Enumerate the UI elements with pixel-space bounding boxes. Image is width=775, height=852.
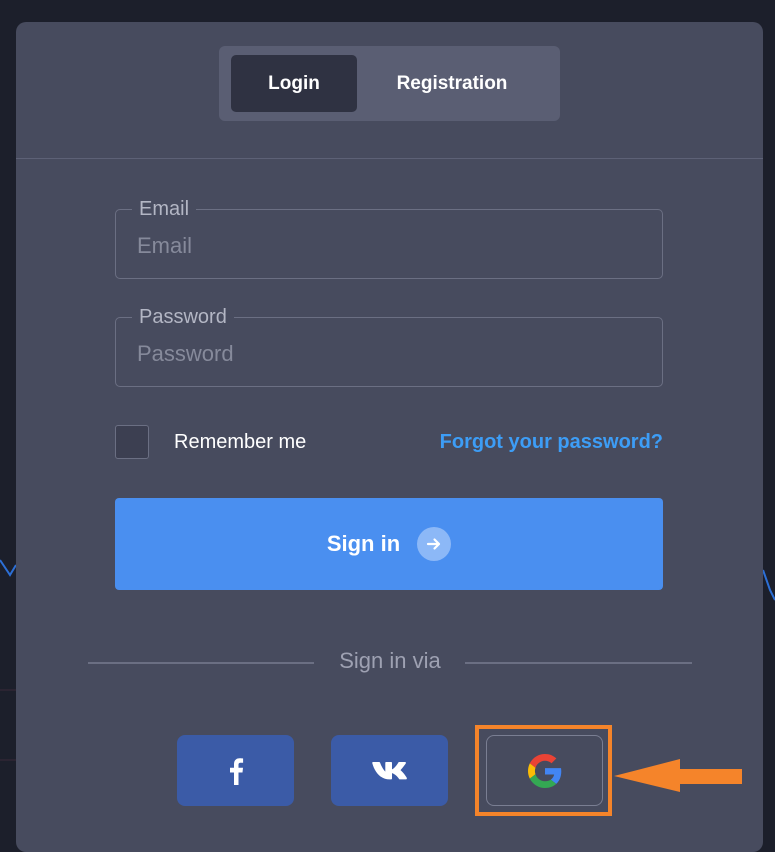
header-divider	[16, 158, 763, 159]
forgot-password-link[interactable]: Forgot your password?	[440, 431, 663, 454]
vk-login-button[interactable]	[331, 735, 448, 806]
email-label: Email	[132, 197, 197, 221]
email-input[interactable]	[137, 230, 637, 262]
remember-me-label: Remember me	[174, 430, 307, 453]
auth-tabs: Login Registration	[219, 46, 560, 121]
divider-line-right	[465, 662, 692, 664]
tab-registration[interactable]: Registration	[367, 55, 537, 112]
sign-in-button[interactable]: Sign in	[115, 498, 663, 590]
sign-in-via-divider: Sign in via	[88, 646, 692, 676]
facebook-login-button[interactable]	[177, 735, 294, 806]
password-field: Password	[115, 305, 663, 387]
facebook-icon	[229, 757, 243, 785]
vk-icon	[371, 761, 407, 779]
remember-me[interactable]: Remember me	[115, 425, 306, 459]
arrow-left-icon	[614, 759, 742, 792]
password-input[interactable]	[137, 338, 637, 370]
email-field: Email	[115, 197, 663, 279]
tab-login[interactable]: Login	[231, 55, 357, 112]
arrow-right-icon	[417, 527, 452, 561]
password-label: Password	[132, 305, 234, 329]
sign-in-label: Sign in	[326, 531, 401, 556]
google-highlight-box	[475, 725, 612, 816]
login-card: Login Registration Email Password Rememb…	[16, 22, 763, 852]
sign-in-via-label: Sign in via	[339, 648, 441, 673]
remember-me-checkbox[interactable]	[115, 425, 149, 459]
